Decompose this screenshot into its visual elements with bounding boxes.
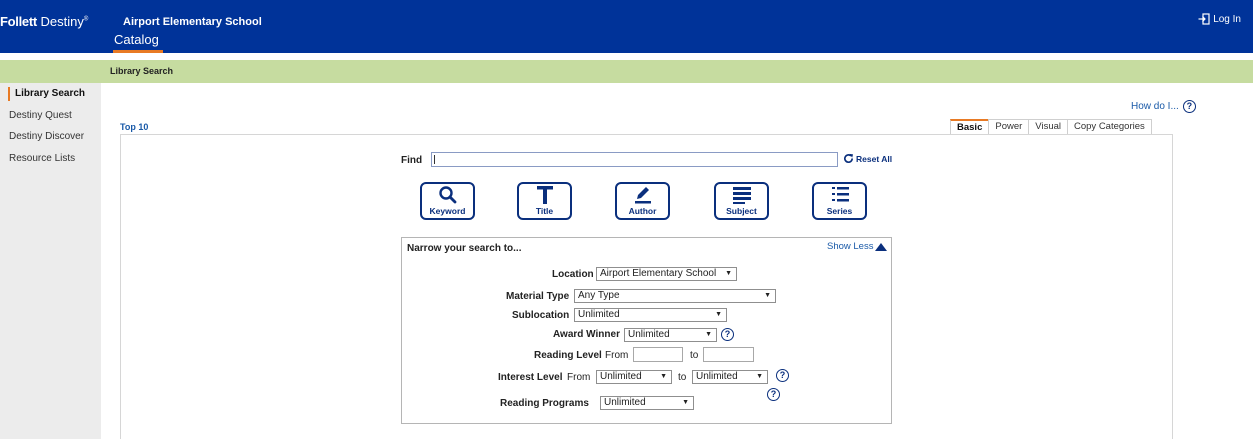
tab-power[interactable]: Power <box>988 119 1030 134</box>
search-mode-tabs: Basic Power Visual Copy Categories <box>950 119 1152 134</box>
subject-search-button[interactable]: Subject <box>714 182 769 220</box>
sidebar-item-destiny-quest[interactable]: Destiny Quest <box>9 109 72 123</box>
sublocation-select[interactable]: Unlimited ▼ <box>574 308 727 322</box>
reading-level-label: Reading Level <box>534 350 602 361</box>
reading-programs-help-icon[interactable]: ? <box>767 388 780 401</box>
sidebar: Library Search Destiny Quest Destiny Dis… <box>0 83 101 439</box>
school-name: Airport Elementary School <box>123 16 262 28</box>
login-icon <box>1198 13 1210 25</box>
location-select[interactable]: Airport Elementary School ▼ <box>596 267 737 281</box>
keyword-search-button[interactable]: Keyword <box>420 182 475 220</box>
interest-level-label: Interest Level <box>498 372 563 383</box>
logo-brand-bold: Follett <box>0 14 37 29</box>
chevron-down-icon: ▼ <box>725 270 732 277</box>
sidebar-item-destiny-discover[interactable]: Destiny Discover <box>9 130 84 144</box>
interest-level-help-icon[interactable]: ? <box>776 369 789 382</box>
chevron-down-icon: ▼ <box>660 373 667 380</box>
material-type-select-value: Any Type <box>578 290 620 301</box>
numbered-list-icon <box>831 187 849 202</box>
reset-all-label: Reset All <box>856 153 893 164</box>
material-type-label: Material Type <box>506 291 570 302</box>
tab-copy-categories[interactable]: Copy Categories <box>1067 119 1152 134</box>
chevron-down-icon: ▼ <box>682 399 689 406</box>
sublocation-select-value: Unlimited <box>578 309 620 320</box>
chevron-down-icon: ▼ <box>756 373 763 380</box>
top-10-link[interactable]: Top 10 <box>120 122 148 132</box>
title-search-button[interactable]: Title <box>517 182 572 220</box>
search-icon <box>438 186 456 204</box>
login-label: Log In <box>1213 13 1241 25</box>
material-type-select[interactable]: Any Type ▼ <box>574 289 776 303</box>
interest-level-from-value: Unlimited <box>600 371 642 382</box>
reading-programs-select-value: Unlimited <box>604 397 646 408</box>
show-less-link[interactable]: Show Less <box>827 241 888 252</box>
follett-destiny-logo[interactable]: Follett Destiny® <box>0 14 88 29</box>
award-winner-select-value: Unlimited <box>628 329 670 340</box>
how-do-i-label: How do I... <box>1131 101 1179 112</box>
author-search-button[interactable]: Author <box>615 182 670 220</box>
subject-button-label: Subject <box>726 206 757 216</box>
series-button-label: Series <box>826 206 853 216</box>
catalog-tab[interactable]: Catalog <box>113 32 163 53</box>
logo-brand-regular: Destiny <box>40 14 84 29</box>
location-label: Location <box>552 269 594 280</box>
reading-programs-label: Reading Programs <box>500 398 589 409</box>
location-select-value: Airport Elementary School <box>600 268 717 279</box>
interest-level-from-label: From <box>567 372 591 383</box>
how-do-i-link[interactable]: How do I... ? <box>1131 100 1196 113</box>
award-winner-label: Award Winner <box>553 329 620 340</box>
reset-all-button[interactable]: Reset All <box>843 153 892 164</box>
catalog-tab-underline <box>113 50 163 53</box>
sidebar-item-library-search[interactable]: Library Search <box>8 87 85 101</box>
catalog-tab-label: Catalog <box>114 32 159 47</box>
interest-level-to-label: to <box>678 372 687 383</box>
sidebar-item-resource-lists[interactable]: Resource Lists <box>9 152 75 166</box>
reading-programs-select[interactable]: Unlimited ▼ <box>600 396 694 410</box>
keyword-button-label: Keyword <box>429 206 466 216</box>
reading-level-from-input[interactable] <box>633 347 683 362</box>
chevron-down-icon: ▼ <box>705 331 712 338</box>
award-winner-select[interactable]: Unlimited ▼ <box>624 328 717 342</box>
subheader-title: Library Search <box>110 66 174 76</box>
chevron-down-icon: ▼ <box>715 311 722 318</box>
registered-mark: ® <box>83 16 89 23</box>
find-input[interactable] <box>431 152 838 167</box>
refresh-icon <box>844 153 854 164</box>
reading-level-to-label: to <box>690 350 699 361</box>
show-less-label: Show Less <box>827 241 874 252</box>
help-icon: ? <box>1182 100 1196 113</box>
chevron-down-icon: ▼ <box>764 292 771 299</box>
author-button-label: Author <box>628 206 657 216</box>
tab-basic[interactable]: Basic <box>950 119 990 134</box>
narrow-search-title: Narrow your search to... <box>407 243 522 254</box>
interest-level-to-select[interactable]: Unlimited ▼ <box>692 370 768 384</box>
triangle-up-icon <box>875 242 888 251</box>
subheader-bar: Library Search <box>0 60 1253 83</box>
title-button-label: Title <box>535 206 554 216</box>
reading-level-from-label: From <box>605 350 629 361</box>
pencil-icon <box>634 187 651 204</box>
text-caret <box>434 155 435 164</box>
interest-level-from-select[interactable]: Unlimited ▼ <box>596 370 672 384</box>
series-search-button[interactable]: Series <box>812 182 867 220</box>
lines-icon <box>732 187 751 204</box>
tab-visual[interactable]: Visual <box>1028 119 1068 134</box>
find-label: Find <box>401 155 423 166</box>
interest-level-to-value: Unlimited <box>696 371 738 382</box>
award-winner-help-icon[interactable]: ? <box>721 328 734 341</box>
reading-level-to-input[interactable] <box>703 347 754 362</box>
login-link[interactable]: Log In <box>1198 13 1241 25</box>
sublocation-label: Sublocation <box>512 310 570 321</box>
title-t-icon <box>536 186 553 204</box>
